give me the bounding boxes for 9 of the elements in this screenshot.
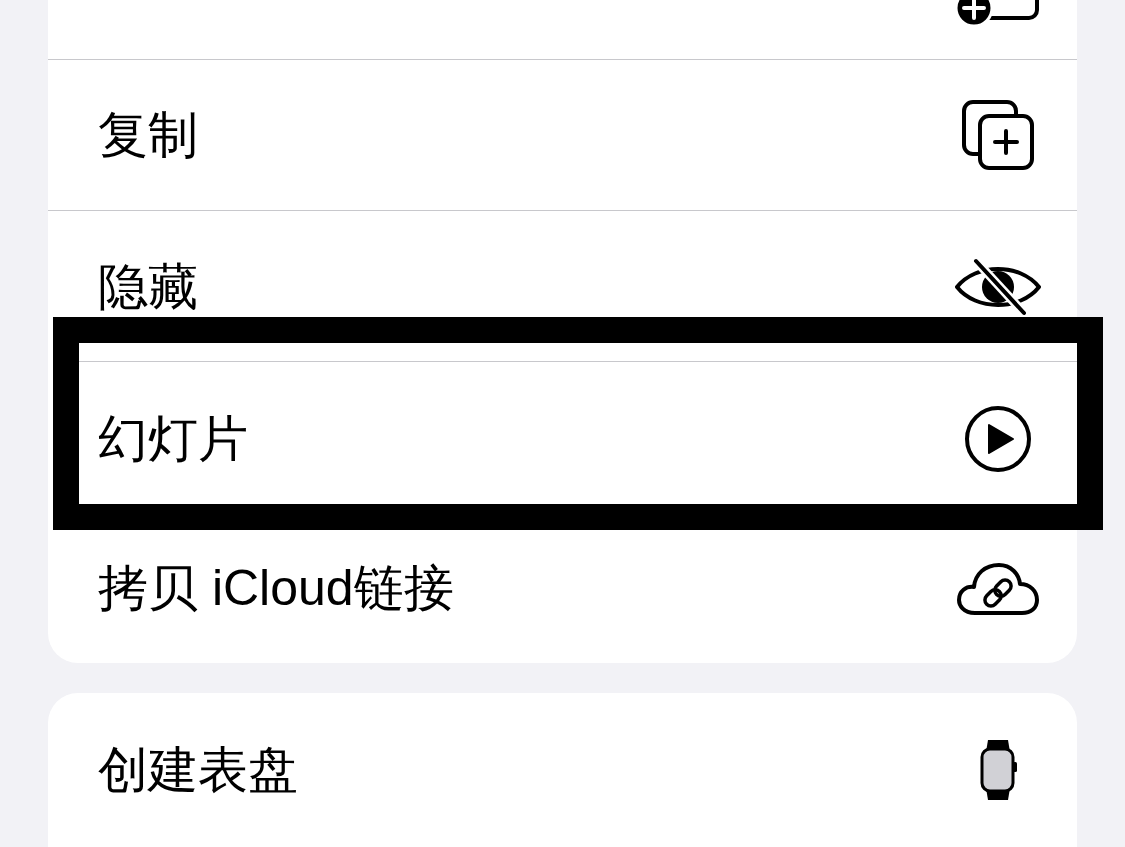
- menu-item[interactable]: 拷贝 iCloud链接: [48, 530, 1077, 663]
- cloud-link-icon: [957, 560, 1039, 616]
- menu-item[interactable]: 复制: [48, 60, 1077, 210]
- play-circle-icon: [964, 405, 1032, 473]
- watch-icon: [978, 738, 1018, 802]
- copy-plus-icon: [962, 100, 1034, 170]
- menu-item[interactable]: 隐藏: [48, 211, 1077, 317]
- menu-item[interactable]: 创建表盘: [48, 693, 1077, 847]
- menu-item[interactable]: 幻灯片: [79, 362, 1077, 504]
